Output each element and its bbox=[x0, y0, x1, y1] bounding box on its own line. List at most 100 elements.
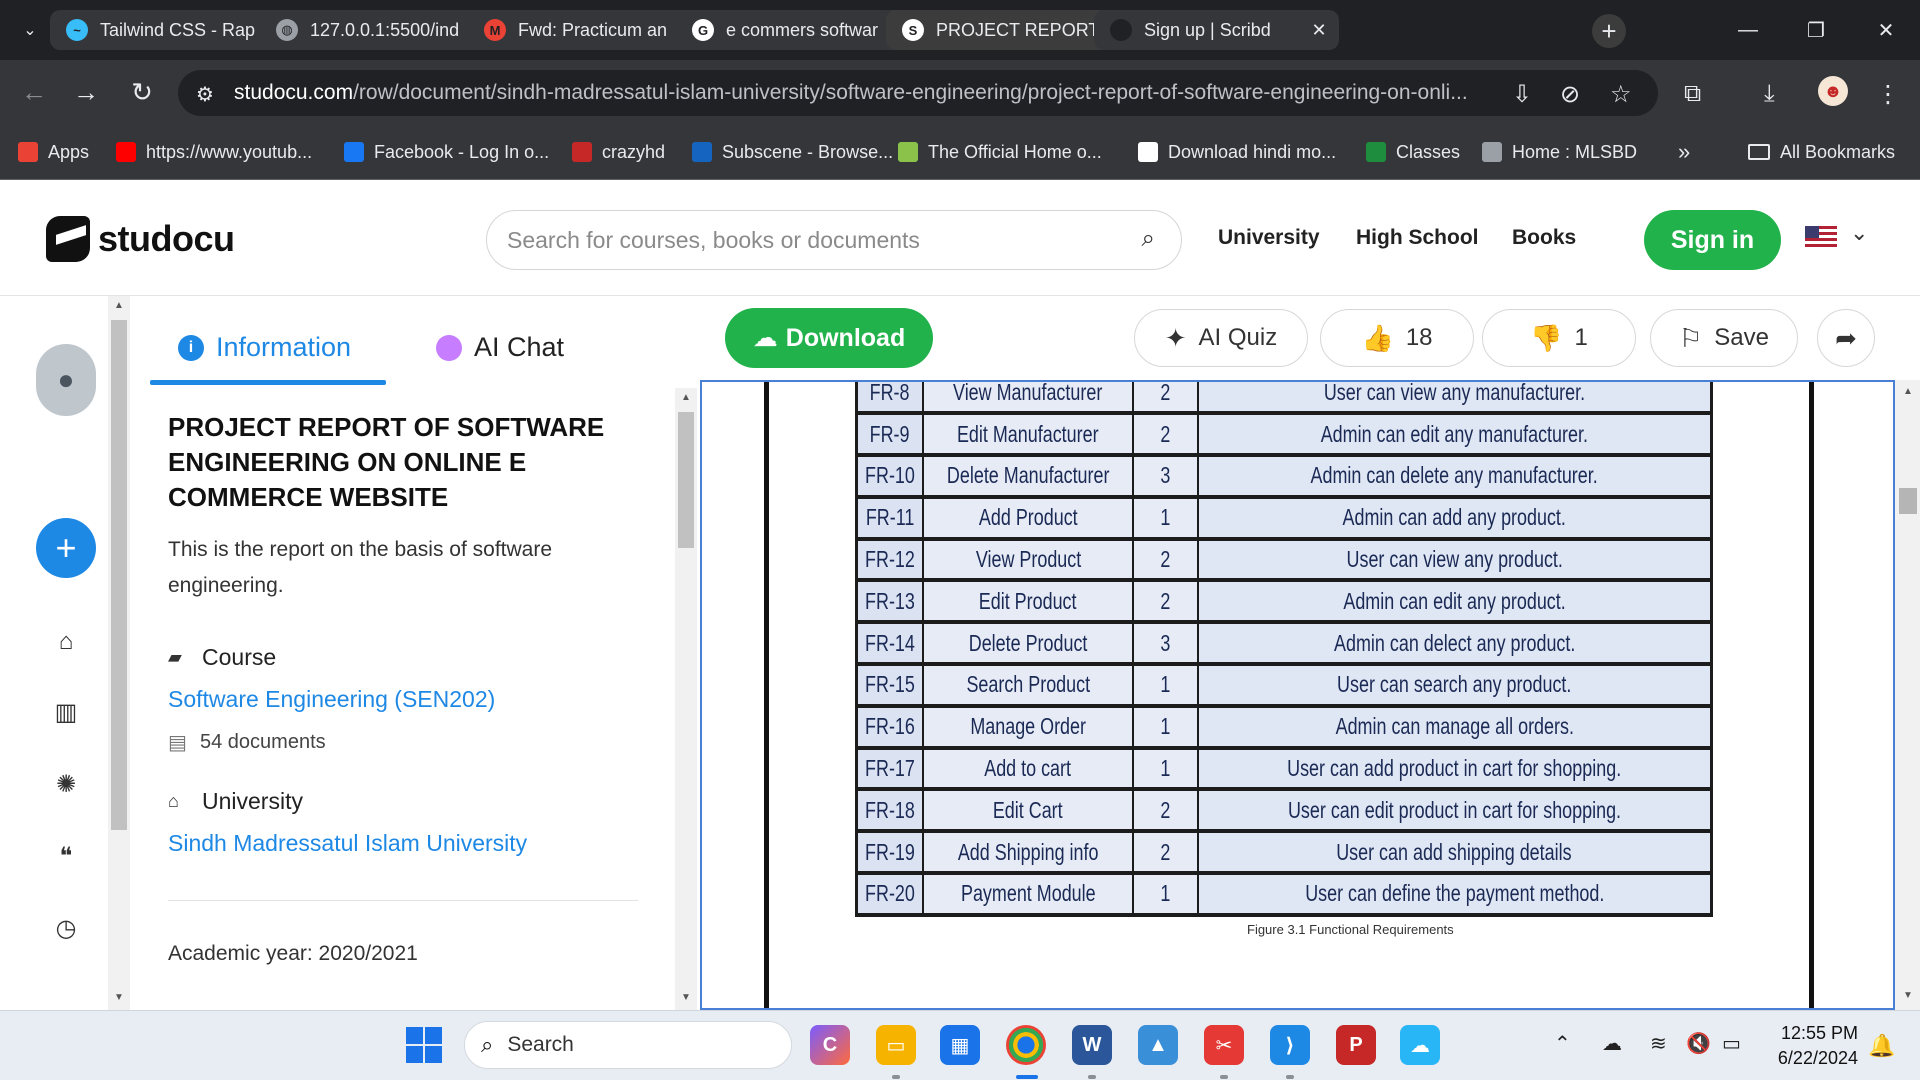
dislike-button[interactable]: 👎 1 bbox=[1482, 309, 1636, 367]
description-cell-text: Admin can edit any manufacturer. bbox=[1320, 420, 1588, 447]
scroll-up-arrow-icon[interactable]: ▲ bbox=[114, 300, 124, 311]
course-link[interactable]: Software Engineering (SEN202) bbox=[168, 686, 495, 713]
library-icon[interactable]: ▥ bbox=[46, 692, 86, 732]
vscode-icon[interactable]: ⟩ bbox=[1270, 1025, 1310, 1065]
snipping-tool-icon[interactable]: ✂ bbox=[1204, 1025, 1244, 1065]
scroll-up-arrow-icon[interactable]: ▲ bbox=[1903, 386, 1913, 397]
requirement-id-cell: FR-9 bbox=[855, 412, 924, 458]
scrollbar-thumb[interactable] bbox=[678, 412, 694, 548]
studocu-logo-mark bbox=[46, 216, 90, 262]
chat-icon[interactable]: ❝ bbox=[46, 836, 86, 876]
cloud-sync-icon[interactable]: ☁ bbox=[1602, 1031, 1622, 1056]
nav-university[interactable]: University bbox=[1218, 226, 1320, 250]
browser-tab[interactable]: Ge commers softwar✕ bbox=[676, 10, 921, 50]
windows-start-icon[interactable] bbox=[406, 1027, 442, 1063]
volume-muted-icon[interactable]: 🔇 bbox=[1686, 1031, 1711, 1056]
sidebar-scrollbar[interactable]: ▲ ▼ bbox=[108, 296, 130, 1010]
tab-information[interactable]: i Information bbox=[178, 332, 351, 363]
search-icon[interactable]: ⌕ bbox=[1142, 225, 1155, 253]
downloads-icon[interactable]: ⤓ bbox=[1764, 80, 1775, 108]
close-window-button[interactable]: ✕ bbox=[1866, 12, 1906, 48]
tab-search-chevron-icon[interactable]: ⌄ bbox=[16, 16, 44, 44]
tab-favicon-glyph: ~ bbox=[73, 22, 81, 38]
taskbar-search[interactable]: ⌕ Search bbox=[464, 1021, 792, 1069]
address-bar[interactable]: studocu.com/row/document/sindh-madressat… bbox=[178, 70, 1658, 116]
scroll-down-arrow-icon[interactable]: ▼ bbox=[1903, 990, 1913, 1001]
word-icon[interactable]: W bbox=[1072, 1025, 1112, 1065]
us-flag-icon[interactable] bbox=[1805, 226, 1837, 248]
forward-button[interactable]: → bbox=[68, 74, 104, 110]
restore-button[interactable]: ❐ bbox=[1796, 12, 1836, 48]
bookmark-item[interactable]: Classes bbox=[1366, 138, 1460, 166]
battery-icon[interactable]: ▭ bbox=[1722, 1031, 1741, 1056]
thumbs-up-icon: 👍 bbox=[1361, 322, 1394, 353]
back-button[interactable]: ← bbox=[16, 74, 52, 110]
new-tab-button[interactable]: + bbox=[1592, 14, 1626, 48]
browser-menu-icon[interactable]: ⋮ bbox=[1876, 80, 1900, 109]
search-input[interactable]: Search for courses, books or documents ⌕ bbox=[486, 210, 1182, 270]
tracking-protection-icon[interactable]: ⊘ bbox=[1560, 80, 1580, 109]
browser-tab[interactable]: ~Tailwind CSS - Rap✕ bbox=[50, 10, 295, 50]
university-label: University bbox=[202, 788, 303, 814]
nav-high-school[interactable]: High School bbox=[1356, 226, 1479, 250]
bookmark-item[interactable]: Facebook - Log In o... bbox=[344, 138, 549, 166]
scroll-up-arrow-icon[interactable]: ▲ bbox=[681, 392, 691, 403]
microsoft-store-icon[interactable]: ▦ bbox=[940, 1025, 980, 1065]
photos-icon[interactable]: ▲ bbox=[1138, 1025, 1178, 1065]
wifi-icon[interactable]: ≋ bbox=[1650, 1031, 1667, 1056]
requirement-name-cell: Delete Product bbox=[921, 621, 1135, 667]
university-link[interactable]: Sindh Madressatul Islam University bbox=[168, 830, 527, 857]
copilot-icon[interactable]: C bbox=[810, 1025, 850, 1065]
bookmark-item[interactable]: Home : MLSBD bbox=[1482, 138, 1637, 166]
bookmark-star-icon[interactable]: ☆ bbox=[1610, 80, 1632, 109]
tab-ai-chat[interactable]: AI Chat bbox=[436, 332, 564, 363]
scroll-down-arrow-icon[interactable]: ▼ bbox=[681, 992, 691, 1003]
like-button[interactable]: 👍 18 bbox=[1320, 309, 1474, 367]
bookmark-item[interactable]: The Official Home o... bbox=[898, 138, 1102, 166]
chrome-icon[interactable] bbox=[1006, 1025, 1046, 1065]
close-tab-icon[interactable]: ✕ bbox=[1309, 20, 1329, 41]
show-hidden-icons-chevron-icon[interactable]: ⌃ bbox=[1554, 1031, 1571, 1056]
bookmark-item[interactable]: https://www.youtub... bbox=[116, 138, 312, 166]
scrollbar-thumb[interactable] bbox=[111, 320, 127, 830]
studocu-logo[interactable]: studocu bbox=[46, 216, 235, 262]
system-clock[interactable]: 12:55 PM 6/22/2024 bbox=[1768, 1021, 1858, 1071]
download-button[interactable]: ☁ Download bbox=[725, 308, 933, 368]
file-explorer-icon[interactable]: ▭ bbox=[876, 1025, 916, 1065]
requirement-id-cell: FR-20 bbox=[855, 872, 924, 917]
notifications-bell-icon[interactable]: 🔔 bbox=[1868, 1033, 1895, 1059]
ai-brain-icon[interactable]: ✺ bbox=[46, 764, 86, 804]
extensions-icon[interactable]: ⧉ bbox=[1684, 80, 1701, 108]
powerpoint-icon[interactable]: P bbox=[1336, 1025, 1376, 1065]
browser-tab[interactable]: Sign up | Scribd ✕ bbox=[1094, 10, 1339, 50]
install-app-icon[interactable]: ⇩ bbox=[1512, 80, 1532, 109]
profile-avatar[interactable]: ☻ bbox=[1818, 76, 1848, 106]
share-button[interactable]: ➦ bbox=[1817, 309, 1875, 367]
recent-clock-icon[interactable]: ◷ bbox=[46, 908, 86, 948]
bookmark-item[interactable]: Download hindi mo... bbox=[1138, 138, 1336, 166]
scrollbar-thumb[interactable] bbox=[1899, 488, 1917, 514]
save-button[interactable]: ⚐ Save bbox=[1650, 309, 1798, 367]
ai-quiz-button[interactable]: ✦ AI Quiz bbox=[1134, 309, 1308, 367]
sign-in-button[interactable]: Sign in bbox=[1644, 210, 1781, 270]
priority-cell: 3 bbox=[1132, 621, 1199, 667]
viewer-scrollbar[interactable]: ▲ ▼ bbox=[1895, 380, 1920, 1010]
requirement-name-cell: Add to cart bbox=[921, 746, 1135, 792]
create-button[interactable]: + bbox=[36, 518, 96, 578]
language-chevron-icon[interactable]: ⌄ bbox=[1850, 220, 1868, 246]
minimize-button[interactable]: — bbox=[1728, 12, 1768, 48]
bookmark-item[interactable]: Subscene - Browse... bbox=[692, 138, 893, 166]
home-icon[interactable]: ⌂ bbox=[46, 622, 86, 662]
nav-books[interactable]: Books bbox=[1512, 226, 1576, 250]
reload-button[interactable]: ↻ bbox=[124, 74, 160, 110]
bookmark-item[interactable]: crazyhd bbox=[572, 138, 665, 166]
onedrive-folder-icon[interactable]: ☁ bbox=[1400, 1025, 1440, 1065]
bookmark-item[interactable]: Apps bbox=[18, 138, 89, 166]
user-avatar[interactable]: ● bbox=[36, 344, 96, 416]
document-viewer[interactable]: FR-8 View Manufacturer 2 User can view any … bbox=[700, 380, 1895, 1010]
info-panel-scrollbar[interactable]: ▲ ▼ bbox=[675, 388, 697, 1010]
scroll-down-arrow-icon[interactable]: ▼ bbox=[114, 992, 124, 1003]
site-info-icon[interactable]: ⚙ bbox=[196, 82, 214, 107]
all-bookmarks-folder[interactable]: All Bookmarks bbox=[1748, 138, 1895, 166]
more-bookmarks-chevron-icon[interactable]: » bbox=[1678, 138, 1690, 166]
